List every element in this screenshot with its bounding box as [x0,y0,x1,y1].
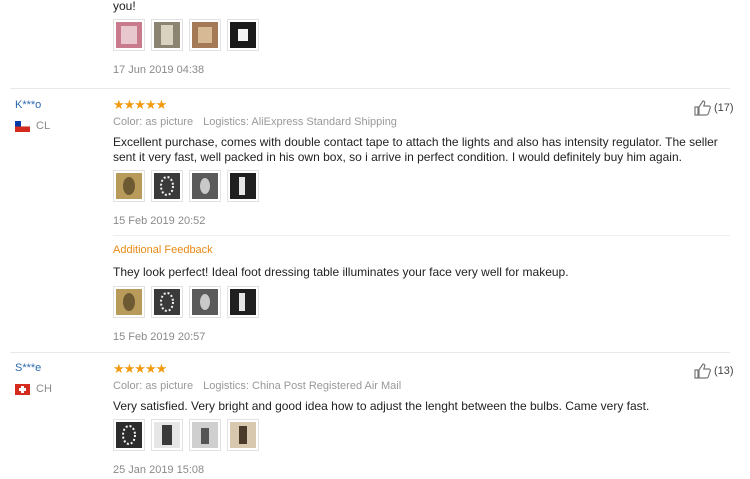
review-photo[interactable] [113,286,145,318]
review-photo[interactable] [189,419,221,451]
reviewer-name[interactable]: K***o [15,99,41,111]
review-photo[interactable] [227,170,259,202]
review-meta: Color: as picture Logistics: AliExpress S… [113,116,397,128]
divider [113,235,730,236]
review-photo[interactable] [113,170,145,202]
star-rating: ★★★★★ [113,97,167,112]
logistics-info: Logistics: AliExpress Standard Shipping [203,116,397,128]
country-code: CL [36,120,51,132]
review-date: 15 Feb 2019 20:52 [113,215,206,227]
review-text-fragment: you! [113,0,136,13]
review-photo[interactable] [227,419,259,451]
thumbs-up-icon [694,363,711,379]
review-photo[interactable] [189,19,221,51]
thumbs-up-icon [694,100,711,116]
switzerland-flag-icon [15,383,30,395]
logistics-info: Logistics: China Post Registered Air Mai… [203,380,402,392]
review-photo[interactable] [189,286,221,318]
review-photos [113,170,259,202]
review-text: Excellent purchase, comes with double co… [113,135,718,164]
review-meta: Color: as picture Logistics: China Post R… [113,380,401,392]
review-photos [113,419,259,451]
reviewer-country: CH [15,383,52,395]
country-code: CH [36,383,52,395]
review-photo[interactable] [113,419,145,451]
additional-feedback-text: They look perfect! Ideal foot dressing t… [113,265,569,279]
review-date: 25 Jan 2019 15:08 [113,464,205,476]
review-photo[interactable] [151,286,183,318]
color-option: Color: as picture [113,116,194,128]
divider [10,88,730,89]
additional-feedback-date: 15 Feb 2019 20:57 [113,331,206,343]
review-photo[interactable] [151,419,183,451]
helpful-count: (13) [714,365,734,377]
review-photo[interactable] [189,170,221,202]
color-option: Color: as picture [113,380,194,392]
review-photo[interactable] [151,170,183,202]
additional-feedback-label: Additional Feedback [113,244,213,256]
review-photo[interactable] [151,19,183,51]
chile-flag-icon [14,120,31,132]
review-date: 17 Jun 2019 04:38 [113,64,205,76]
review-photo[interactable] [227,286,259,318]
helpful-button[interactable]: (13) [694,363,734,379]
helpful-button[interactable]: (17) [694,100,734,116]
divider [10,352,730,353]
reviews-page: you! 17 Jun 2019 04:38 K***o CL ★★★★★ Co… [0,0,750,479]
helpful-count: (17) [714,102,734,114]
review-photo[interactable] [227,19,259,51]
reviewer-name[interactable]: S***e [15,362,41,374]
review-photo[interactable] [113,19,145,51]
review-text: Very satisfied. Very bright and good ide… [113,399,650,413]
star-rating: ★★★★★ [113,361,167,376]
reviewer-country: CL [14,120,51,132]
additional-photos [113,286,259,318]
review-photos [113,19,259,51]
